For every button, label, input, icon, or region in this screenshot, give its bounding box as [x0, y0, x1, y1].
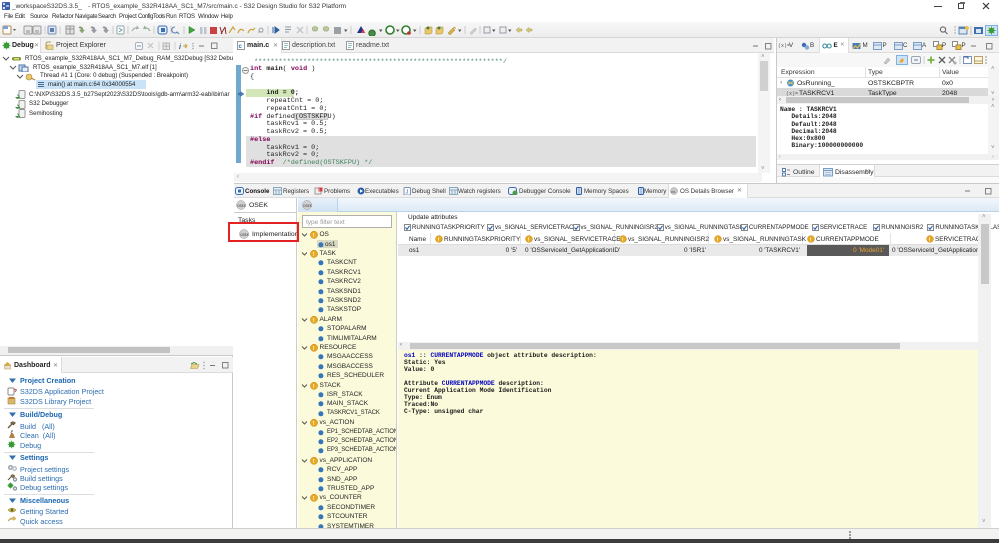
svg-text:i: i [179, 44, 182, 51]
svg-text:!: ! [313, 384, 315, 390]
svg-text:!: ! [319, 187, 320, 192]
svg-text:!: ! [313, 346, 315, 352]
svg-text:OSEK: OSEK [237, 204, 247, 208]
svg-text:!: ! [313, 496, 315, 502]
svg-text:!: ! [438, 237, 440, 243]
svg-text:!: ! [313, 252, 315, 258]
svg-text:!: ! [313, 318, 315, 324]
svg-text:OSEK: OSEK [303, 204, 313, 208]
svg-text:!: ! [528, 237, 530, 243]
svg-text:OS: OS [671, 190, 675, 194]
svg-text:!: ! [810, 237, 812, 243]
svg-text:!: ! [622, 237, 624, 243]
svg-text:J: J [406, 190, 409, 196]
svg-text:!: ! [313, 459, 315, 465]
svg-text:!: ! [313, 421, 315, 427]
svg-text:!: ! [929, 237, 931, 243]
svg-text:!: ! [717, 237, 719, 243]
svg-text:!: ! [313, 233, 315, 239]
